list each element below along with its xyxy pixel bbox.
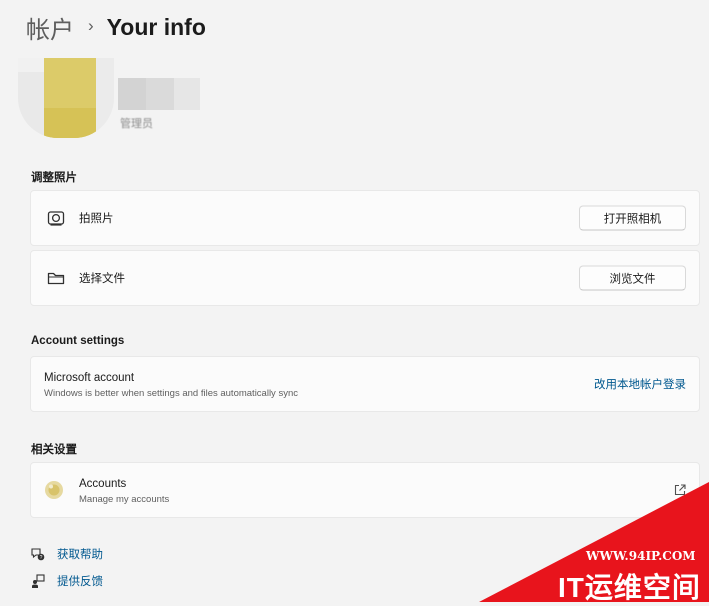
browse-files-button[interactable]: 浏览文件 — [579, 265, 686, 291]
profile-header: 管理员 — [18, 58, 218, 140]
account-settings-heading: Account settings — [31, 335, 125, 347]
microsoft-account-title: Microsoft account — [44, 372, 135, 384]
accounts-icon — [44, 480, 64, 500]
accounts-subtitle: Manage my accounts — [79, 494, 170, 505]
accounts-title: Accounts — [79, 478, 127, 490]
breadcrumb-parent[interactable]: 帐户 — [26, 10, 74, 45]
take-photo-label: 拍照片 — [79, 213, 114, 225]
user-name — [118, 78, 200, 110]
microsoft-account-subtitle: Windows is better when settings and file… — [44, 388, 298, 399]
avatar[interactable] — [18, 58, 114, 138]
give-feedback-label: 提供反馈 — [57, 576, 103, 588]
user-role: 管理员 — [120, 118, 153, 130]
take-photo-card: 拍照片 打开照相机 — [30, 190, 700, 246]
watermark-url: WWW.94IP.COM — [586, 549, 696, 563]
watermark-text: IT运维空间 — [558, 572, 701, 603]
breadcrumb-separator: › — [88, 16, 94, 35]
choose-file-label: 选择文件 — [79, 273, 125, 285]
get-help-link[interactable]: ? 获取帮助 — [30, 546, 103, 562]
folder-icon — [46, 268, 66, 288]
feedback-icon — [30, 573, 46, 589]
page-title: Your info — [106, 13, 206, 40]
breadcrumb: 帐户 › Your info — [26, 10, 206, 44]
svg-text:?: ? — [40, 555, 43, 561]
choose-file-card: 选择文件 浏览文件 — [30, 250, 700, 306]
help-chat-icon: ? — [30, 546, 46, 562]
camera-icon — [46, 208, 66, 228]
open-camera-button[interactable]: 打开照相机 — [579, 205, 686, 231]
related-settings-heading: 相关设置 — [31, 444, 77, 456]
switch-to-local-account-link[interactable]: 改用本地帐户登录 — [594, 376, 686, 392]
microsoft-account-card: Microsoft account Windows is better when… — [30, 356, 700, 412]
adjust-photo-heading: 调整照片 — [31, 172, 77, 184]
give-feedback-link[interactable]: 提供反馈 — [30, 573, 103, 589]
get-help-label: 获取帮助 — [57, 549, 103, 561]
